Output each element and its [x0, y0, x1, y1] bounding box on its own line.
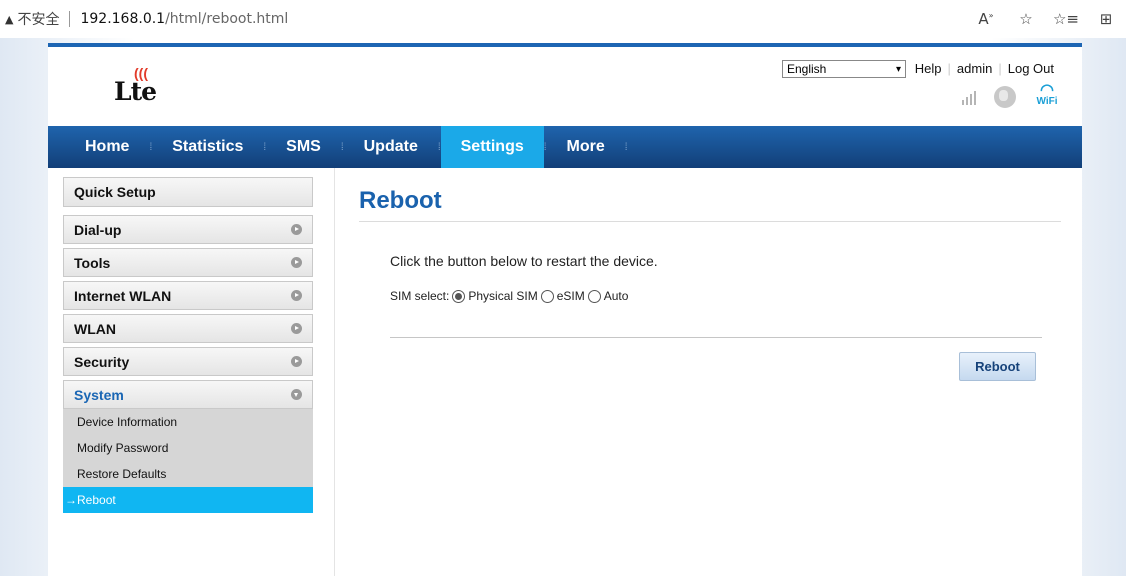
sidebar-item-label: Security — [74, 353, 130, 370]
read-aloud-icon[interactable]: A» — [966, 10, 1006, 28]
sidebar-item-label: Tools — [74, 254, 111, 271]
expand-arrow-icon — [291, 224, 302, 235]
sidebar-item-internet-wlan[interactable]: Internet WLAN — [63, 281, 313, 310]
globe-icon — [994, 86, 1016, 108]
help-link[interactable]: Help — [909, 61, 948, 76]
option-auto: Auto — [603, 289, 629, 303]
favorites-list-icon[interactable]: ☆≡ — [1046, 10, 1086, 28]
sidebar-item-security[interactable]: Security — [63, 347, 313, 376]
radio-auto[interactable] — [587, 289, 601, 303]
wifi-icon: ◠ WiFi — [1034, 83, 1060, 109]
address-separator — [69, 11, 71, 27]
logo-text: Lte — [114, 77, 157, 106]
system-submenu: Device Information Modify Password Resto… — [63, 409, 313, 513]
collections-icon[interactable]: ⊞ — [1086, 10, 1126, 28]
nav-sms[interactable]: SMS — [266, 126, 341, 168]
nav-home[interactable]: Home — [48, 126, 149, 168]
collapse-arrow-icon — [291, 389, 302, 400]
nav-divider: ⁞ — [624, 141, 628, 153]
router-page: ((( Lte English ▾ Help | admin | Log Out… — [48, 43, 1082, 576]
expand-arrow-icon — [291, 323, 302, 334]
add-favorite-icon[interactable]: ☆ — [1006, 10, 1046, 28]
expand-arrow-icon — [291, 356, 302, 367]
language-select[interactable]: English ▾ — [782, 60, 906, 78]
submenu-reboot[interactable]: →Reboot — [63, 487, 313, 513]
insecure-label[interactable]: 不安全 — [17, 9, 59, 29]
lte-logo: ((( Lte — [114, 65, 174, 109]
sidebar-item-label: Quick Setup — [74, 184, 156, 200]
url-path: /html/reboot.html — [165, 11, 289, 27]
url-host: 192.168.0.1 — [80, 11, 166, 27]
submenu-modify-password[interactable]: Modify Password — [63, 435, 313, 461]
reboot-description: Click the button below to restart the de… — [390, 253, 658, 269]
radio-esim[interactable] — [540, 289, 554, 303]
sidebar-item-label: Dial-up — [74, 221, 122, 238]
main-nav: Home ⁞ Statistics ⁞ SMS ⁞ Update ⁞ Setti… — [48, 126, 1082, 168]
sim-select-group: SIM select: Physical SIM eSIM Auto — [390, 289, 628, 303]
browser-address-bar: ▲ 不安全 192.168.0.1/html/reboot.html A» ☆ … — [0, 0, 1126, 38]
admin-link[interactable]: admin — [951, 61, 998, 76]
signal-strength-icon — [962, 89, 976, 105]
section-divider — [390, 337, 1042, 338]
logout-link[interactable]: Log Out — [1002, 61, 1060, 76]
sidebar-item-system[interactable]: System — [63, 380, 313, 409]
wifi-label: WiFi — [1036, 96, 1058, 107]
expand-arrow-icon — [291, 290, 302, 301]
submenu-device-information[interactable]: Device Information — [63, 409, 313, 435]
sidebar-item-label: System — [74, 386, 124, 403]
sidebar-item-label: WLAN — [74, 320, 116, 337]
sidebar-item-tools[interactable]: Tools — [63, 248, 313, 277]
sidebar-item-quick-setup[interactable]: Quick Setup — [63, 177, 313, 207]
language-value: English — [787, 62, 827, 76]
sidebar-item-dial-up[interactable]: Dial-up — [63, 215, 313, 244]
title-divider — [359, 221, 1061, 222]
top-links: Help | admin | Log Out — [909, 61, 1060, 76]
nav-more[interactable]: More — [547, 126, 625, 168]
nav-settings[interactable]: Settings — [440, 126, 544, 168]
status-icons: ◠ WiFi — [962, 83, 1060, 109]
warning-icon: ▲ — [5, 12, 14, 26]
sidebar: Quick Setup Dial-up Tools Internet WLAN … — [63, 177, 313, 513]
page-title: Reboot — [359, 187, 442, 214]
chevron-down-icon: ▾ — [895, 63, 901, 75]
reboot-button[interactable]: Reboot — [959, 352, 1036, 381]
sidebar-item-label: Internet WLAN — [74, 287, 172, 304]
sim-select-label: SIM select: — [390, 289, 450, 303]
option-esim: eSIM — [556, 289, 585, 303]
radio-physical-sim[interactable] — [452, 289, 466, 303]
option-physical-sim: Physical SIM — [468, 289, 538, 303]
url-field[interactable]: 192.168.0.1/html/reboot.html — [80, 11, 288, 27]
content-divider — [334, 168, 335, 576]
browser-toolbar: A» ☆ ☆≡ ⊞ — [966, 0, 1126, 38]
expand-arrow-icon — [291, 257, 302, 268]
submenu-restore-defaults[interactable]: Restore Defaults — [63, 461, 313, 487]
nav-update[interactable]: Update — [344, 126, 438, 168]
sidebar-item-wlan[interactable]: WLAN — [63, 314, 313, 343]
nav-statistics[interactable]: Statistics — [152, 126, 263, 168]
